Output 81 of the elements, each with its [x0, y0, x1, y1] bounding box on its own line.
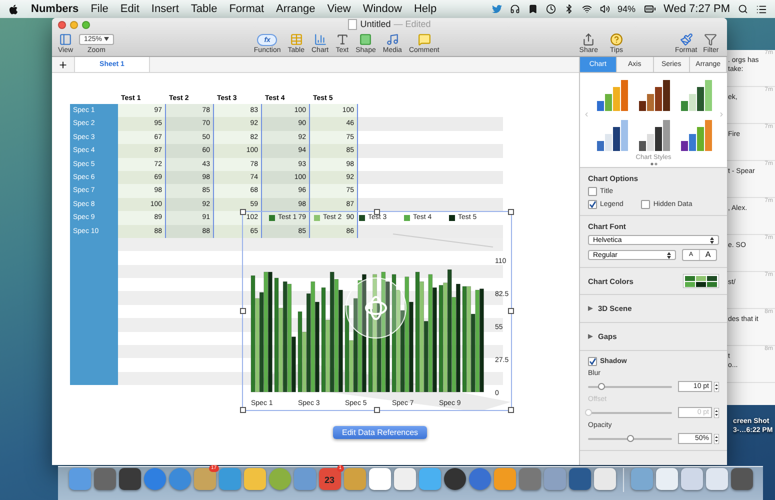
selection-handle[interactable] [374, 407, 380, 413]
stepper-icon[interactable] [714, 434, 719, 444]
selection-handle[interactable] [240, 407, 246, 413]
table-cell [118, 318, 166, 332]
share-icon [582, 33, 596, 46]
selection-handle[interactable] [508, 308, 514, 314]
selection-handle[interactable] [374, 209, 380, 215]
menu-item[interactable]: Format [229, 3, 264, 15]
window-status: — Edited [394, 19, 431, 29]
search-icon[interactable] [738, 4, 748, 14]
increase-font-button[interactable]: A [700, 250, 716, 260]
menu-clock[interactable]: Wed 7:27 PM [664, 3, 730, 15]
volume-icon[interactable] [600, 4, 610, 14]
music-icon [386, 33, 399, 46]
disclosure-triangle-icon[interactable] [588, 334, 593, 339]
table-cell [118, 372, 166, 386]
menu-item[interactable]: Insert [151, 3, 179, 15]
minimize-button[interactable] [70, 21, 78, 29]
selection-handle[interactable] [240, 308, 246, 314]
checkmark-icon [589, 358, 596, 365]
slider-thumb[interactable] [598, 382, 605, 390]
dock-app-icon[interactable] [444, 468, 466, 490]
table-cell [118, 345, 166, 358]
dock-app-icon[interactable] [118, 468, 140, 490]
select-arrows-icon [710, 236, 714, 244]
app-menu[interactable]: Numbers [31, 3, 79, 15]
page-dots-icon[interactable] [648, 162, 658, 166]
sidebar-icon [59, 33, 72, 46]
headphones-icon[interactable] [510, 4, 520, 14]
menu-item[interactable]: Table [190, 3, 218, 15]
help-icon [610, 33, 623, 46]
table-cell [70, 372, 118, 386]
bluetooth-icon[interactable] [564, 4, 574, 14]
bar-chart-icon [314, 33, 327, 46]
selection-handle[interactable] [508, 407, 514, 413]
menu-item[interactable]: Edit [120, 3, 140, 15]
clock-icon[interactable] [546, 4, 556, 14]
dock-folder-icon[interactable] [656, 468, 678, 490]
filter-icon [704, 33, 718, 46]
dock-app-icon[interactable] [394, 468, 416, 490]
checkmark-icon [589, 201, 596, 208]
stepper-icon[interactable] [714, 382, 719, 392]
text-icon [336, 33, 349, 46]
selection-handle[interactable] [240, 209, 246, 215]
menu-item[interactable]: Window [362, 3, 402, 15]
menu-item[interactable]: Arrange [276, 3, 316, 15]
menu-item[interactable]: Help [414, 3, 437, 15]
zoom-button[interactable] [82, 21, 90, 29]
dock-app-icon[interactable] [594, 468, 616, 490]
table-cell [118, 291, 166, 305]
window-title: Untitled [360, 19, 391, 29]
calendar-date: 23 [323, 475, 336, 485]
select-arrows-icon [667, 252, 671, 258]
bird-icon[interactable] [492, 4, 502, 14]
table-icon [290, 33, 303, 46]
slider-thumb[interactable] [627, 434, 634, 442]
dock-app-icon[interactable] [368, 468, 390, 490]
dock-folder-icon[interactable] [680, 468, 702, 490]
menu-item[interactable]: View [327, 3, 351, 15]
color-palette-icon[interactable] [683, 274, 719, 288]
stepper-icon[interactable] [714, 408, 719, 418]
battery-percent: 94% [618, 4, 636, 14]
list-icon[interactable] [756, 4, 767, 14]
apple-icon[interactable] [8, 4, 19, 14]
square-icon [359, 33, 372, 46]
table-cell [118, 264, 166, 278]
comment-icon [418, 33, 431, 46]
selection-handle[interactable] [508, 209, 514, 215]
caret-icon [104, 37, 109, 41]
paintbrush-icon [680, 33, 693, 46]
wifi-icon[interactable] [582, 4, 592, 14]
menu-item[interactable]: File [90, 3, 108, 15]
dock-folder-icon[interactable] [730, 468, 752, 490]
close-button[interactable] [58, 21, 66, 29]
disclosure-triangle-icon[interactable] [588, 306, 593, 311]
rotate-handle-icon[interactable] [346, 278, 406, 338]
bookmark-icon[interactable] [528, 4, 538, 14]
battery-icon[interactable] [644, 3, 656, 15]
plus-icon [58, 60, 68, 70]
table-cell [118, 238, 166, 252]
dock-folder-icon[interactable] [706, 468, 728, 490]
